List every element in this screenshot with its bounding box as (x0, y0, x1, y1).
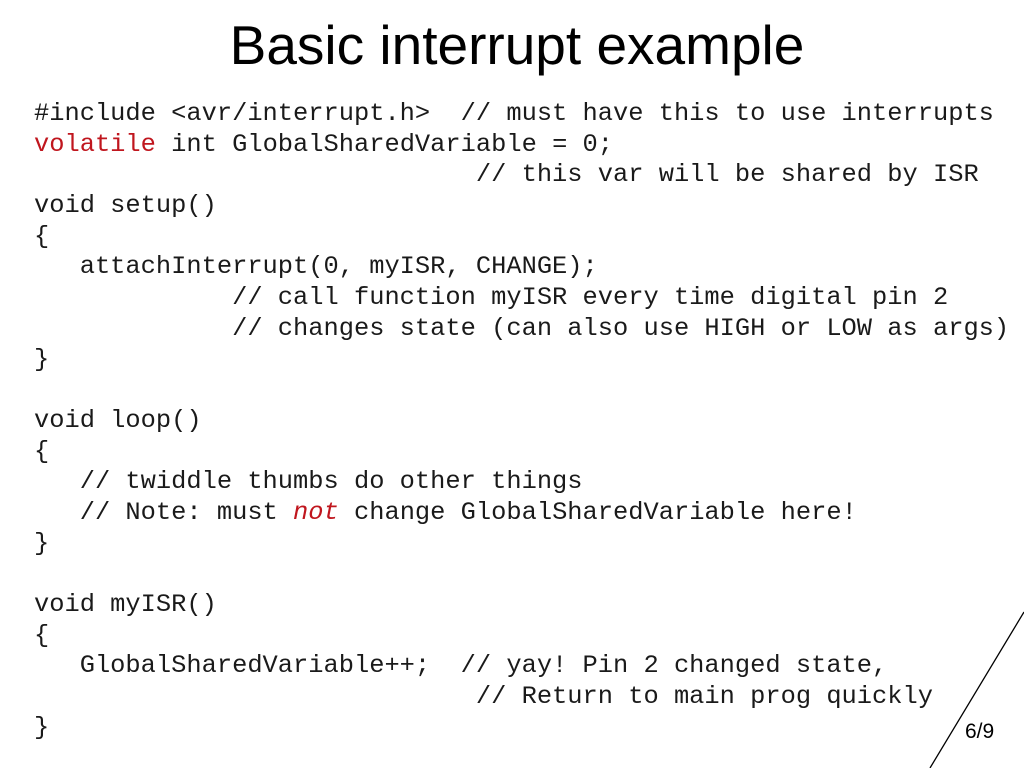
corner-decoration (929, 611, 1024, 768)
page-number: 6/9 (965, 720, 995, 743)
diagonal-line (929, 611, 1024, 768)
